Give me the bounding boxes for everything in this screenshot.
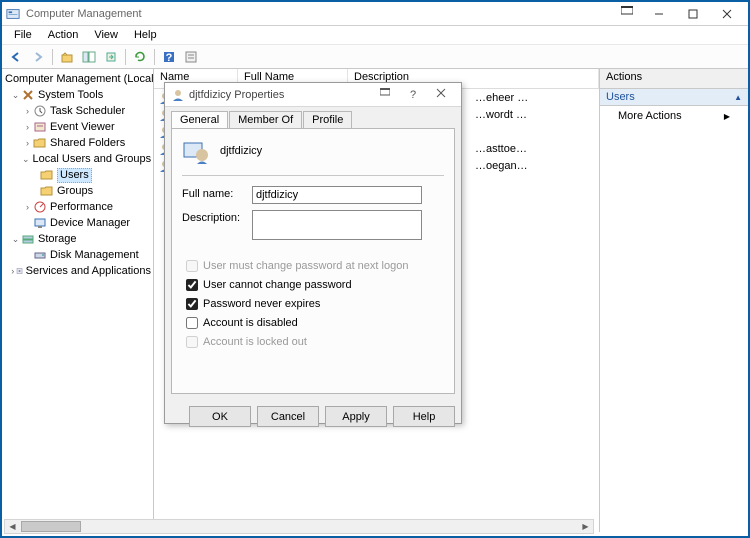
description-input[interactable] bbox=[252, 210, 422, 240]
expander-icon[interactable]: ⌄ bbox=[22, 154, 30, 165]
actions-header: Actions bbox=[600, 69, 748, 89]
folder-icon bbox=[40, 184, 54, 198]
expander-icon[interactable]: › bbox=[22, 202, 33, 212]
folder-icon bbox=[40, 168, 54, 182]
cancel-button[interactable]: Cancel bbox=[257, 406, 319, 427]
scroll-left-icon[interactable]: ◀ bbox=[5, 520, 20, 533]
navigation-tree[interactable]: Computer Management (Local) ⌄ System Too… bbox=[2, 69, 154, 532]
chk-cannotchange-label: User cannot change password bbox=[203, 279, 352, 291]
storage-icon bbox=[21, 232, 35, 246]
description-label: Description: bbox=[182, 210, 252, 224]
expander-icon[interactable]: › bbox=[22, 122, 33, 132]
fullname-label: Full name: bbox=[182, 186, 252, 200]
chk-cannotchange[interactable] bbox=[186, 279, 198, 291]
menu-file[interactable]: File bbox=[6, 27, 40, 43]
apply-button[interactable]: Apply bbox=[325, 406, 387, 427]
tab-memberof[interactable]: Member Of bbox=[229, 111, 302, 128]
dialog-username: djtfdizicy bbox=[220, 145, 262, 157]
ok-button[interactable]: OK bbox=[189, 406, 251, 427]
tab-general-body: djtfdizicy Full name: Description: User … bbox=[171, 128, 455, 394]
tree-shared-folders[interactable]: Shared Folders bbox=[50, 137, 125, 149]
show-hide-button[interactable] bbox=[79, 47, 99, 67]
main-window: Computer Management File Action View Hel… bbox=[0, 0, 750, 538]
fullname-input[interactable] bbox=[252, 186, 422, 204]
svg-text:?: ? bbox=[166, 52, 173, 64]
disk-icon bbox=[33, 248, 47, 262]
user-large-icon bbox=[182, 137, 210, 165]
maximize-button[interactable] bbox=[676, 3, 710, 25]
tree-event-viewer[interactable]: Event Viewer bbox=[50, 121, 115, 133]
event-icon bbox=[33, 120, 47, 134]
dialog-titlebar: djtfdizicy Properties ? bbox=[165, 83, 461, 107]
tree-performance[interactable]: Performance bbox=[50, 201, 113, 213]
expander-icon[interactable]: › bbox=[22, 138, 33, 148]
help-button[interactable]: Help bbox=[393, 406, 455, 427]
close-button[interactable] bbox=[710, 3, 744, 25]
tree-groups[interactable]: Groups bbox=[57, 185, 93, 197]
scroll-right-icon[interactable]: ▶ bbox=[578, 520, 593, 533]
tree-disk-management[interactable]: Disk Management bbox=[50, 249, 139, 261]
minimize-button[interactable] bbox=[642, 3, 676, 25]
chk-lockedout bbox=[186, 336, 198, 348]
collapse-icon: ▲ bbox=[734, 93, 742, 102]
menu-view[interactable]: View bbox=[86, 27, 126, 43]
export-button[interactable] bbox=[101, 47, 121, 67]
chk-disabled[interactable] bbox=[186, 317, 198, 329]
actions-pane: Actions Users ▲ More Actions ▶ bbox=[600, 69, 748, 532]
tab-general[interactable]: General bbox=[171, 111, 228, 128]
properties-dialog: djtfdizicy Properties ? General Member O… bbox=[164, 82, 462, 424]
help-button[interactable]: ? bbox=[159, 47, 179, 67]
tree-root[interactable]: Computer Management (Local) bbox=[5, 73, 154, 85]
tab-profile[interactable]: Profile bbox=[303, 111, 352, 128]
window-title: Computer Management bbox=[26, 8, 612, 20]
tools-icon bbox=[21, 88, 35, 102]
actions-more[interactable]: More Actions ▶ bbox=[600, 106, 748, 126]
ribbon-icon[interactable] bbox=[612, 6, 642, 21]
properties-button[interactable] bbox=[181, 47, 201, 67]
refresh-button[interactable] bbox=[130, 47, 150, 67]
chk-neverexpires-label: Password never expires bbox=[203, 298, 320, 310]
actions-group-users[interactable]: Users ▲ bbox=[600, 89, 748, 106]
expander-icon[interactable]: ⌄ bbox=[10, 90, 21, 101]
chk-mustchange bbox=[186, 260, 198, 272]
scroll-thumb[interactable] bbox=[21, 521, 81, 532]
tree-device-manager[interactable]: Device Manager bbox=[50, 217, 130, 229]
dialog-close-button[interactable] bbox=[427, 88, 455, 101]
tree-local-users-groups[interactable]: Local Users and Groups bbox=[33, 153, 152, 165]
back-button[interactable] bbox=[6, 47, 26, 67]
chevron-right-icon: ▶ bbox=[724, 112, 730, 121]
titlebar: Computer Management bbox=[2, 2, 748, 26]
dialog-help-icon[interactable]: ? bbox=[399, 89, 427, 101]
menu-action[interactable]: Action bbox=[40, 27, 87, 43]
folder-shared-icon bbox=[33, 136, 47, 150]
expander-icon[interactable]: ⌄ bbox=[10, 234, 21, 245]
chk-neverexpires[interactable] bbox=[186, 298, 198, 310]
menubar: File Action View Help bbox=[2, 26, 748, 45]
dialog-buttons: OK Cancel Apply Help bbox=[165, 400, 461, 433]
tree-services-apps[interactable]: Services and Applications bbox=[26, 265, 151, 277]
tree-task-scheduler[interactable]: Task Scheduler bbox=[50, 105, 125, 117]
menu-help[interactable]: Help bbox=[126, 27, 165, 43]
services-icon bbox=[16, 264, 23, 278]
expander-icon[interactable]: › bbox=[22, 106, 33, 116]
chk-lockedout-label: Account is locked out bbox=[203, 336, 307, 348]
toolbar: ? bbox=[2, 45, 748, 69]
dialog-title: djtfdizicy Properties bbox=[189, 89, 371, 101]
clock-icon bbox=[33, 104, 47, 118]
forward-button[interactable] bbox=[28, 47, 48, 67]
user-icon bbox=[171, 88, 185, 102]
device-icon bbox=[33, 216, 47, 230]
chk-mustchange-label: User must change password at next logon bbox=[203, 260, 408, 272]
tree-system-tools[interactable]: System Tools bbox=[38, 89, 103, 101]
tree-storage[interactable]: Storage bbox=[38, 233, 77, 245]
performance-icon bbox=[33, 200, 47, 214]
app-icon bbox=[6, 7, 20, 21]
tree-users[interactable]: Users bbox=[57, 168, 92, 183]
up-button[interactable] bbox=[57, 47, 77, 67]
chk-disabled-label: Account is disabled bbox=[203, 317, 298, 329]
dialog-tabs: General Member Of Profile bbox=[165, 107, 461, 128]
dialog-ribbon-icon[interactable] bbox=[371, 88, 399, 101]
horizontal-scrollbar[interactable]: ◀ ▶ bbox=[4, 519, 594, 534]
